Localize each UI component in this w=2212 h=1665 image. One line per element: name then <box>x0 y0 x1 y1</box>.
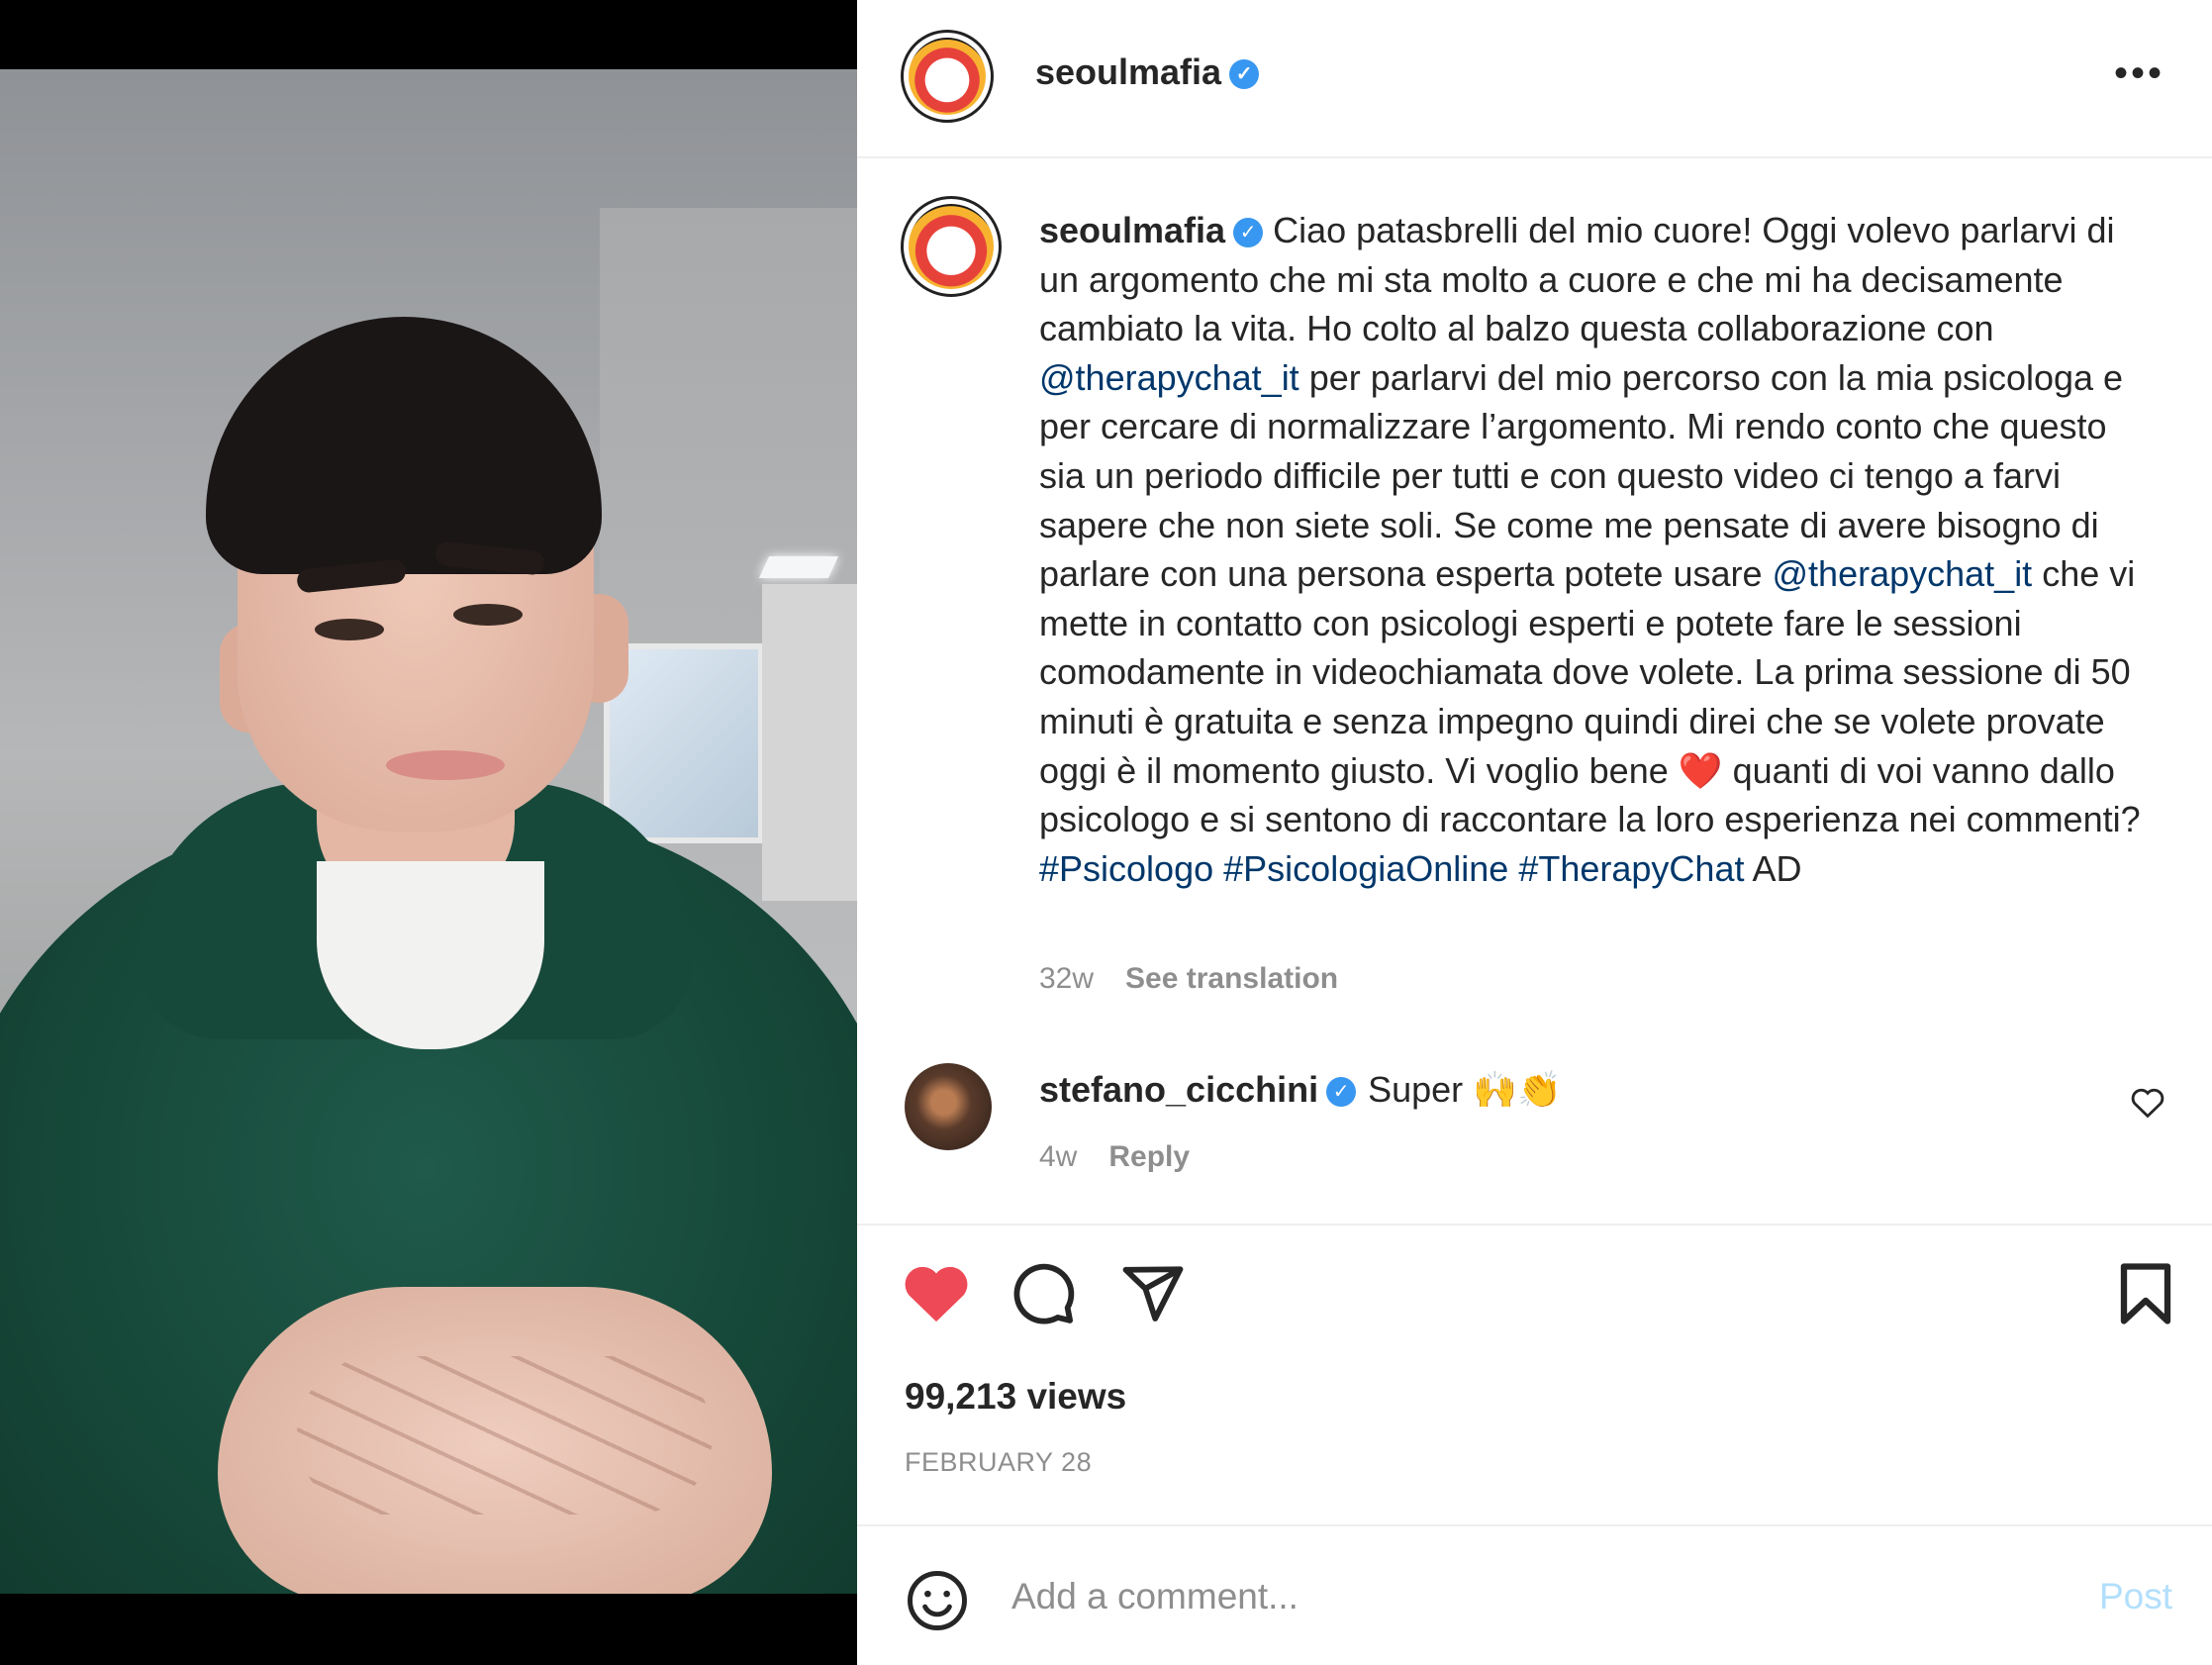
author-avatar[interactable] <box>901 30 994 123</box>
commenter-username[interactable]: stefano_cicchini <box>1039 1069 1318 1110</box>
verified-icon: ✓ <box>1233 218 1264 248</box>
more-icon[interactable]: ••• <box>2114 53 2164 93</box>
bookmark-icon[interactable] <box>2116 1261 2175 1331</box>
caption-username[interactable]: seoulmafia <box>1039 210 1225 250</box>
heart-icon[interactable] <box>901 1261 972 1329</box>
commenter-avatar[interactable] <box>905 1063 992 1150</box>
hashtag-link[interactable]: #TherapyChat <box>1518 848 1744 889</box>
like-comment-icon[interactable] <box>2131 1087 2164 1127</box>
verified-icon: ✓ <box>1229 59 1260 90</box>
post-header: seoulmafia ✓ ••• <box>857 0 2212 158</box>
mention-link[interactable]: @therapychat_it <box>1773 553 2033 594</box>
comment-age[interactable]: 4w <box>1039 1140 1077 1173</box>
verified-icon: ✓ <box>1326 1077 1357 1108</box>
caption-meta: 32w See translation <box>1039 962 1338 996</box>
seoulmafia-logo <box>909 204 994 289</box>
post-caption: seoulmafia ✓ Ciao patasbrelli del mio cuor… <box>1039 210 2141 889</box>
views-count[interactable]: 99,213 views <box>905 1376 1126 1418</box>
hashtag-link[interactable]: #Psicologo <box>1039 848 1213 889</box>
reply-button[interactable]: Reply <box>1108 1140 1190 1173</box>
share-icon[interactable] <box>1120 1261 1186 1331</box>
heart-emoji: ❤️ <box>1678 749 1723 791</box>
comment-text: Super 🙌👏 <box>1368 1069 1562 1110</box>
comment-meta: 4w Reply <box>1039 1140 1190 1174</box>
caption-avatar[interactable] <box>901 196 1002 297</box>
post-panel: seoulmafia ✓ ••• seoulmafia ✓ Ciao patasbre… <box>857 0 2212 1665</box>
caption-age[interactable]: 32w <box>1039 962 1094 995</box>
emoji-icon[interactable] <box>905 1568 970 1638</box>
seoulmafia-logo <box>909 38 986 115</box>
post-date[interactable]: FEBRUARY 28 <box>905 1447 1092 1478</box>
mention-link[interactable]: @therapychat_it <box>1039 357 1299 398</box>
video-player[interactable] <box>0 69 857 1594</box>
see-translation-button[interactable]: See translation <box>1125 962 1338 995</box>
author-username[interactable]: seoulmafia ✓ <box>1035 51 1260 93</box>
hashtag-link[interactable]: #PsicologiaOnline <box>1223 848 1508 889</box>
post-media[interactable] <box>0 0 857 1665</box>
post-button[interactable]: Post <box>2099 1576 2172 1617</box>
comment-input[interactable]: Add a comment... <box>1011 1576 1298 1617</box>
comment-icon[interactable] <box>1011 1261 1077 1331</box>
comment: stefano_cicchini ✓ Super 🙌👏 <box>1039 1069 1562 1111</box>
